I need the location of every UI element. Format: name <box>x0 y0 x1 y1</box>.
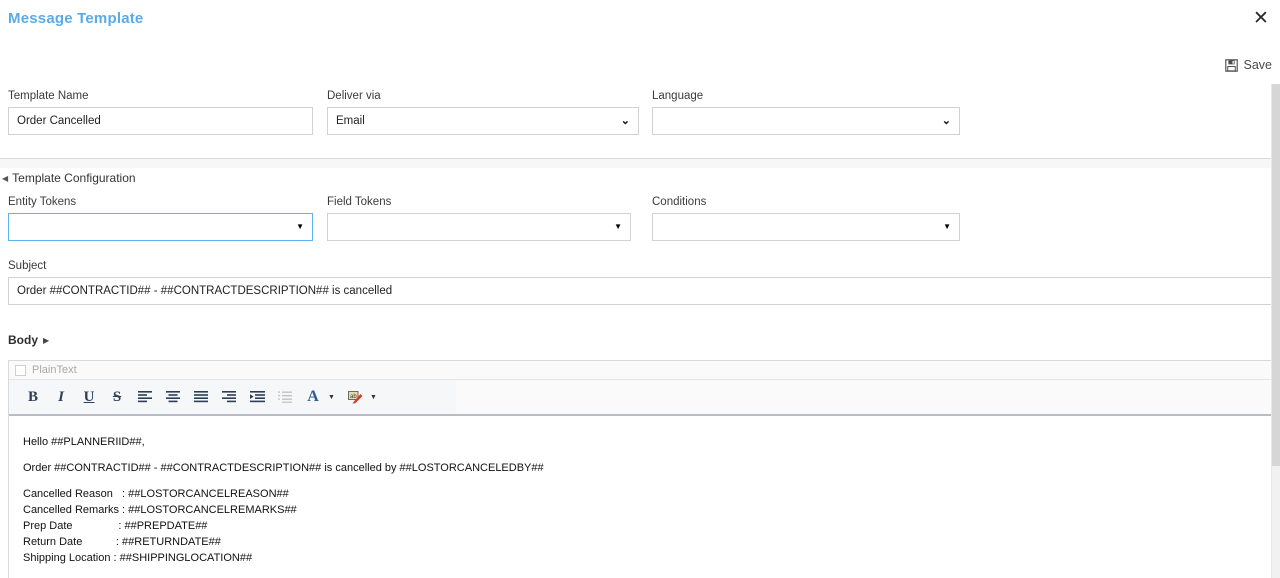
deliver-via-label: Deliver via <box>327 90 381 102</box>
section-band <box>0 159 1280 168</box>
template-name-label: Template Name <box>8 90 89 102</box>
deliver-via-field-group: Deliver via Email ⌄ <box>327 90 639 135</box>
subject-label: Subject <box>8 260 47 272</box>
save-button-label: Save <box>1243 58 1273 72</box>
deliver-via-value: Email <box>336 115 365 127</box>
editor-toolbar-fill <box>456 380 1271 414</box>
editor-content-area[interactable]: Hello ##PLANNERIID##, Order ##CONTRACTID… <box>9 416 1271 577</box>
align-center-icon[interactable] <box>159 383 187 411</box>
language-select[interactable]: ⌄ <box>652 107 960 135</box>
editor-toolbar: B I U S A ▼ ab ▼ <box>9 380 456 414</box>
bold-icon[interactable]: B <box>19 383 47 411</box>
page-title: Message Template <box>8 10 144 27</box>
language-field-group: Language ⌄ <box>652 90 960 135</box>
underline-icon[interactable]: U <box>75 383 103 411</box>
chevron-down-icon: ⌄ <box>620 114 630 127</box>
entity-tokens-select[interactable]: ▼ <box>8 213 313 241</box>
deliver-via-select[interactable]: Email ⌄ <box>327 107 639 135</box>
chevron-down-icon: ⌄ <box>941 114 951 127</box>
plaintext-checkbox[interactable] <box>15 364 26 376</box>
align-justify-icon[interactable] <box>187 383 215 411</box>
triangle-down-icon: ▼ <box>943 222 951 231</box>
triangle-down-icon: ▼ <box>614 222 622 231</box>
entity-tokens-field-group: Entity Tokens ▼ <box>8 196 313 241</box>
entity-tokens-label: Entity Tokens <box>8 196 77 208</box>
field-tokens-field-group: Field Tokens ▼ <box>327 196 631 241</box>
plaintext-tab-label[interactable]: PlainText <box>32 364 77 376</box>
indent-icon[interactable] <box>243 383 271 411</box>
body-line: Shipping Location : ##SHIPPINGLOCATION## <box>23 552 253 564</box>
subject-field-group: Subject Order ##CONTRACTID## - ##CONTRAC… <box>8 260 1272 305</box>
template-configuration-header[interactable]: ◀ Template Configuration <box>0 168 1280 188</box>
body-line: Order ##CONTRACTID## - ##CONTRACTDESCRIP… <box>23 462 544 474</box>
triangle-down-icon: ▼ <box>296 222 304 231</box>
strikethrough-icon[interactable]: S <box>103 383 131 411</box>
body-line: Prep Date : ##PREPDATE## <box>23 520 208 532</box>
conditions-select[interactable]: ▼ <box>652 213 960 241</box>
body-line: Cancelled Remarks : ##LOSTORCANCELREMARK… <box>23 504 297 516</box>
body-line: Cancelled Reason : ##LOSTORCANCELREASON#… <box>23 488 289 500</box>
template-name-input[interactable]: Order Cancelled <box>8 107 313 135</box>
save-button[interactable]: Save <box>1224 58 1273 72</box>
align-left-icon[interactable] <box>131 383 159 411</box>
template-configuration-title: Template Configuration <box>12 171 136 185</box>
caret-left-icon: ◀ <box>2 173 9 183</box>
field-tokens-label: Field Tokens <box>327 196 392 208</box>
body-section-header[interactable]: Body ▶ <box>8 333 49 347</box>
numbered-list-icon[interactable] <box>271 383 299 411</box>
font-color-dropdown-icon[interactable]: ▼ <box>328 394 335 401</box>
caret-right-icon: ▶ <box>43 335 50 345</box>
editor-tab-bar: PlainText <box>9 361 1271 380</box>
body-label: Body <box>8 333 38 347</box>
font-color-icon[interactable]: A <box>299 383 327 411</box>
align-right-icon[interactable] <box>215 383 243 411</box>
conditions-field-group: Conditions ▼ <box>652 196 960 241</box>
body-line: Hello ##PLANNERIID##, <box>23 436 145 448</box>
conditions-label: Conditions <box>652 196 707 208</box>
italic-icon[interactable]: I <box>47 383 75 411</box>
save-floppy-icon <box>1224 58 1238 72</box>
language-label: Language <box>652 90 704 102</box>
template-name-field-group: Template Name Order Cancelled <box>8 90 313 135</box>
highlight-color-icon[interactable]: ab <box>341 383 369 411</box>
field-tokens-select[interactable]: ▼ <box>327 213 631 241</box>
close-icon[interactable]: ✕ <box>1250 8 1272 30</box>
subject-input[interactable]: Order ##CONTRACTID## - ##CONTRACTDESCRIP… <box>8 277 1272 305</box>
rich-text-editor: PlainText B I U S A ▼ ab ▼ Hello ##PLANN… <box>8 360 1272 578</box>
vertical-scrollbar-thumb[interactable] <box>1272 84 1280 466</box>
highlight-color-dropdown-icon[interactable]: ▼ <box>370 394 377 401</box>
body-line: Return Date : ##RETURNDATE## <box>23 536 221 548</box>
message-template-dialog: Message Template ✕ Save Template Name Or… <box>0 0 1280 578</box>
